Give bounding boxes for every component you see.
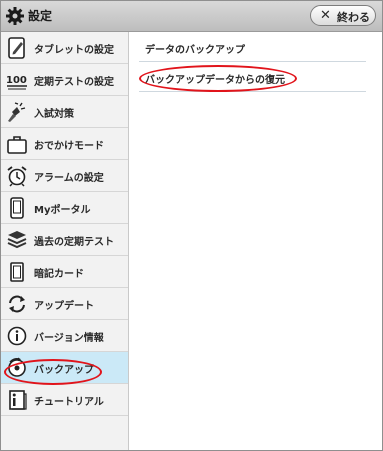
sidebar-item-label: アラームの設定 xyxy=(34,173,104,184)
sidebar-item-exam-prep[interactable]: 入試対策 xyxy=(1,96,128,128)
flashlight-icon xyxy=(6,101,28,123)
sidebar-item-label: Myポータル xyxy=(34,205,91,216)
svg-text:100: 100 xyxy=(6,75,27,86)
title-bar: 設定 ✕ 終わる xyxy=(1,1,382,32)
sidebar-item-label: タブレットの設定 xyxy=(34,45,114,56)
sidebar-item-version-info[interactable]: バージョン情報 xyxy=(1,320,128,352)
sidebar-item-memory-cards[interactable]: 暗記カード xyxy=(1,256,128,288)
close-button[interactable]: ✕ 終わる xyxy=(310,5,376,26)
device-icon xyxy=(6,197,28,219)
section-header-label: データのバックアップ xyxy=(145,45,245,56)
tablet-pencil-icon xyxy=(6,37,28,59)
sidebar-item-backup[interactable]: バックアップ xyxy=(1,352,128,384)
window-title: 設定 xyxy=(28,9,53,23)
sidebar-item-test-settings[interactable]: 100 定期テストの設定 xyxy=(1,64,128,96)
sidebar-item-label: バージョン情報 xyxy=(34,333,104,344)
card-icon xyxy=(6,261,28,283)
settings-content-panel: データのバックアップ バックアップデータからの復元 xyxy=(129,32,382,450)
tutorial-book-icon xyxy=(6,389,28,411)
sidebar-item-label: アップデート xyxy=(34,301,94,312)
sidebar-item-tablet-settings[interactable]: タブレットの設定 xyxy=(1,32,128,64)
sidebar-item-alarm[interactable]: アラームの設定 xyxy=(1,160,128,192)
sidebar-item-update[interactable]: アップデート xyxy=(1,288,128,320)
gear-icon xyxy=(5,6,25,26)
sidebar-item-label: バックアップ xyxy=(34,365,94,376)
suitcase-icon xyxy=(6,133,28,155)
sidebar-item-my-portal[interactable]: Myポータル xyxy=(1,192,128,224)
score-100-icon: 100 xyxy=(6,69,28,91)
close-icon: ✕ xyxy=(320,8,331,23)
sidebar-item-tutorial[interactable]: チュートリアル xyxy=(1,384,128,416)
sidebar-item-label: 定期テストの設定 xyxy=(34,77,114,88)
info-icon xyxy=(6,325,28,347)
sidebar-item-outing-mode[interactable]: おでかけモード xyxy=(1,128,128,160)
stack-icon xyxy=(6,229,28,251)
alarm-clock-icon xyxy=(6,165,28,187)
settings-sidebar: タブレットの設定 100 定期テストの設定 入試対策 おでかけモード アラームの… xyxy=(1,32,129,450)
sidebar-item-past-tests[interactable]: 過去の定期テスト xyxy=(1,224,128,256)
settings-window: 設定 ✕ 終わる タブレットの設定 100 定期テストの設定 入試対策 おでかけ… xyxy=(0,0,383,451)
section-header-data-backup: データのバックアップ xyxy=(139,32,366,62)
refresh-icon xyxy=(6,293,28,315)
close-button-label: 終わる xyxy=(337,11,370,24)
backup-disc-icon xyxy=(6,357,28,379)
sidebar-item-label: 暗記カード xyxy=(34,269,84,280)
sidebar-item-label: 過去の定期テスト xyxy=(34,237,114,248)
restore-backup-label: バックアップデータからの復元 xyxy=(145,75,285,86)
sidebar-item-label: おでかけモード xyxy=(34,141,104,152)
sidebar-item-label: 入試対策 xyxy=(34,109,74,120)
sidebar-item-label: チュートリアル xyxy=(34,397,104,408)
restore-backup-item[interactable]: バックアップデータからの復元 xyxy=(139,62,366,92)
